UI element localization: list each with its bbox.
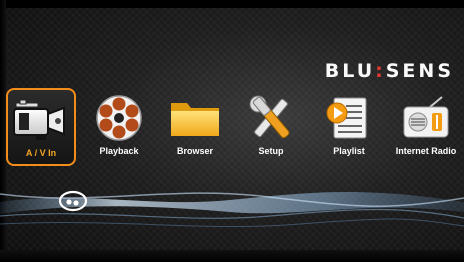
main-menu: A / V In Playback Browser Setup Playlist… <box>6 88 464 168</box>
film-reel-icon <box>89 92 149 144</box>
screen-border-bottom <box>0 250 464 262</box>
menu-item-label: Setup <box>258 146 284 156</box>
menu-item-playlist[interactable]: Playlist <box>314 88 384 166</box>
menu-item-av-in[interactable]: A / V In <box>6 88 76 166</box>
camcorder-icon <box>11 94 71 146</box>
menu-item-label: Playback <box>99 146 139 156</box>
menu-item-setup[interactable]: Setup <box>236 88 306 166</box>
menu-item-label: Internet Radio <box>395 146 457 156</box>
menu-item-internet-radio[interactable]: Internet Radio <box>388 88 464 166</box>
menu-item-browser[interactable]: Browser <box>160 88 230 166</box>
menu-item-playback[interactable]: Playback <box>84 88 154 166</box>
tv-screen: BLU:SENS A / V In Playback Browser Setup… <box>0 0 464 262</box>
radio-icon <box>396 92 456 144</box>
tools-icon <box>241 92 301 144</box>
menu-item-label: A / V In <box>25 148 57 158</box>
menu-item-label: Playlist <box>333 146 365 156</box>
folder-icon <box>165 92 225 144</box>
brand-logo-separator: : <box>375 60 386 82</box>
playlist-icon <box>319 92 379 144</box>
menu-item-label: Browser <box>176 146 213 156</box>
screen-border-top <box>0 0 464 8</box>
brand-logo: BLU:SENS <box>325 60 454 82</box>
brand-logo-left: BLU <box>324 60 376 82</box>
brand-logo-right: SENS <box>385 60 454 82</box>
disc-icon <box>58 190 88 212</box>
